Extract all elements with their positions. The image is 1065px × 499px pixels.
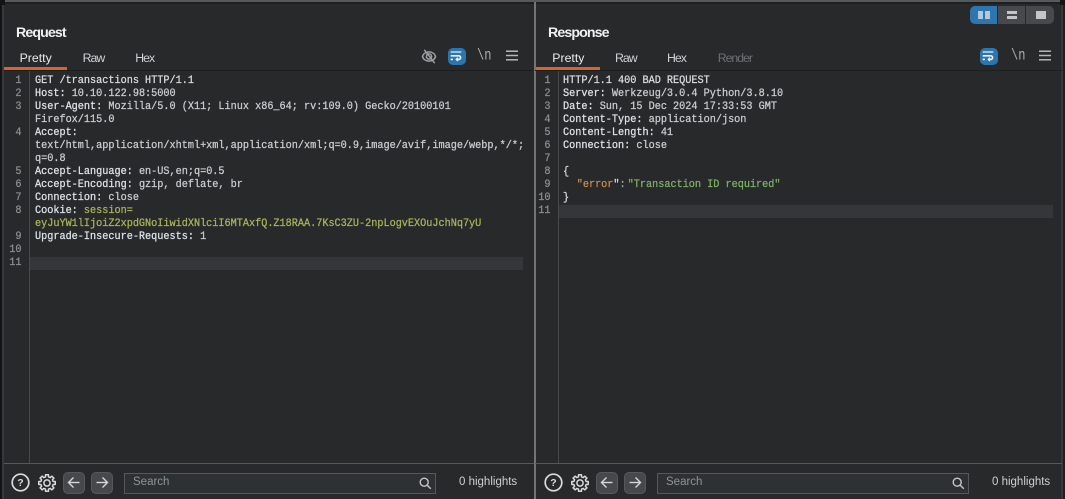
svg-text:?: ? (17, 477, 23, 489)
svg-text:?: ? (550, 477, 556, 489)
